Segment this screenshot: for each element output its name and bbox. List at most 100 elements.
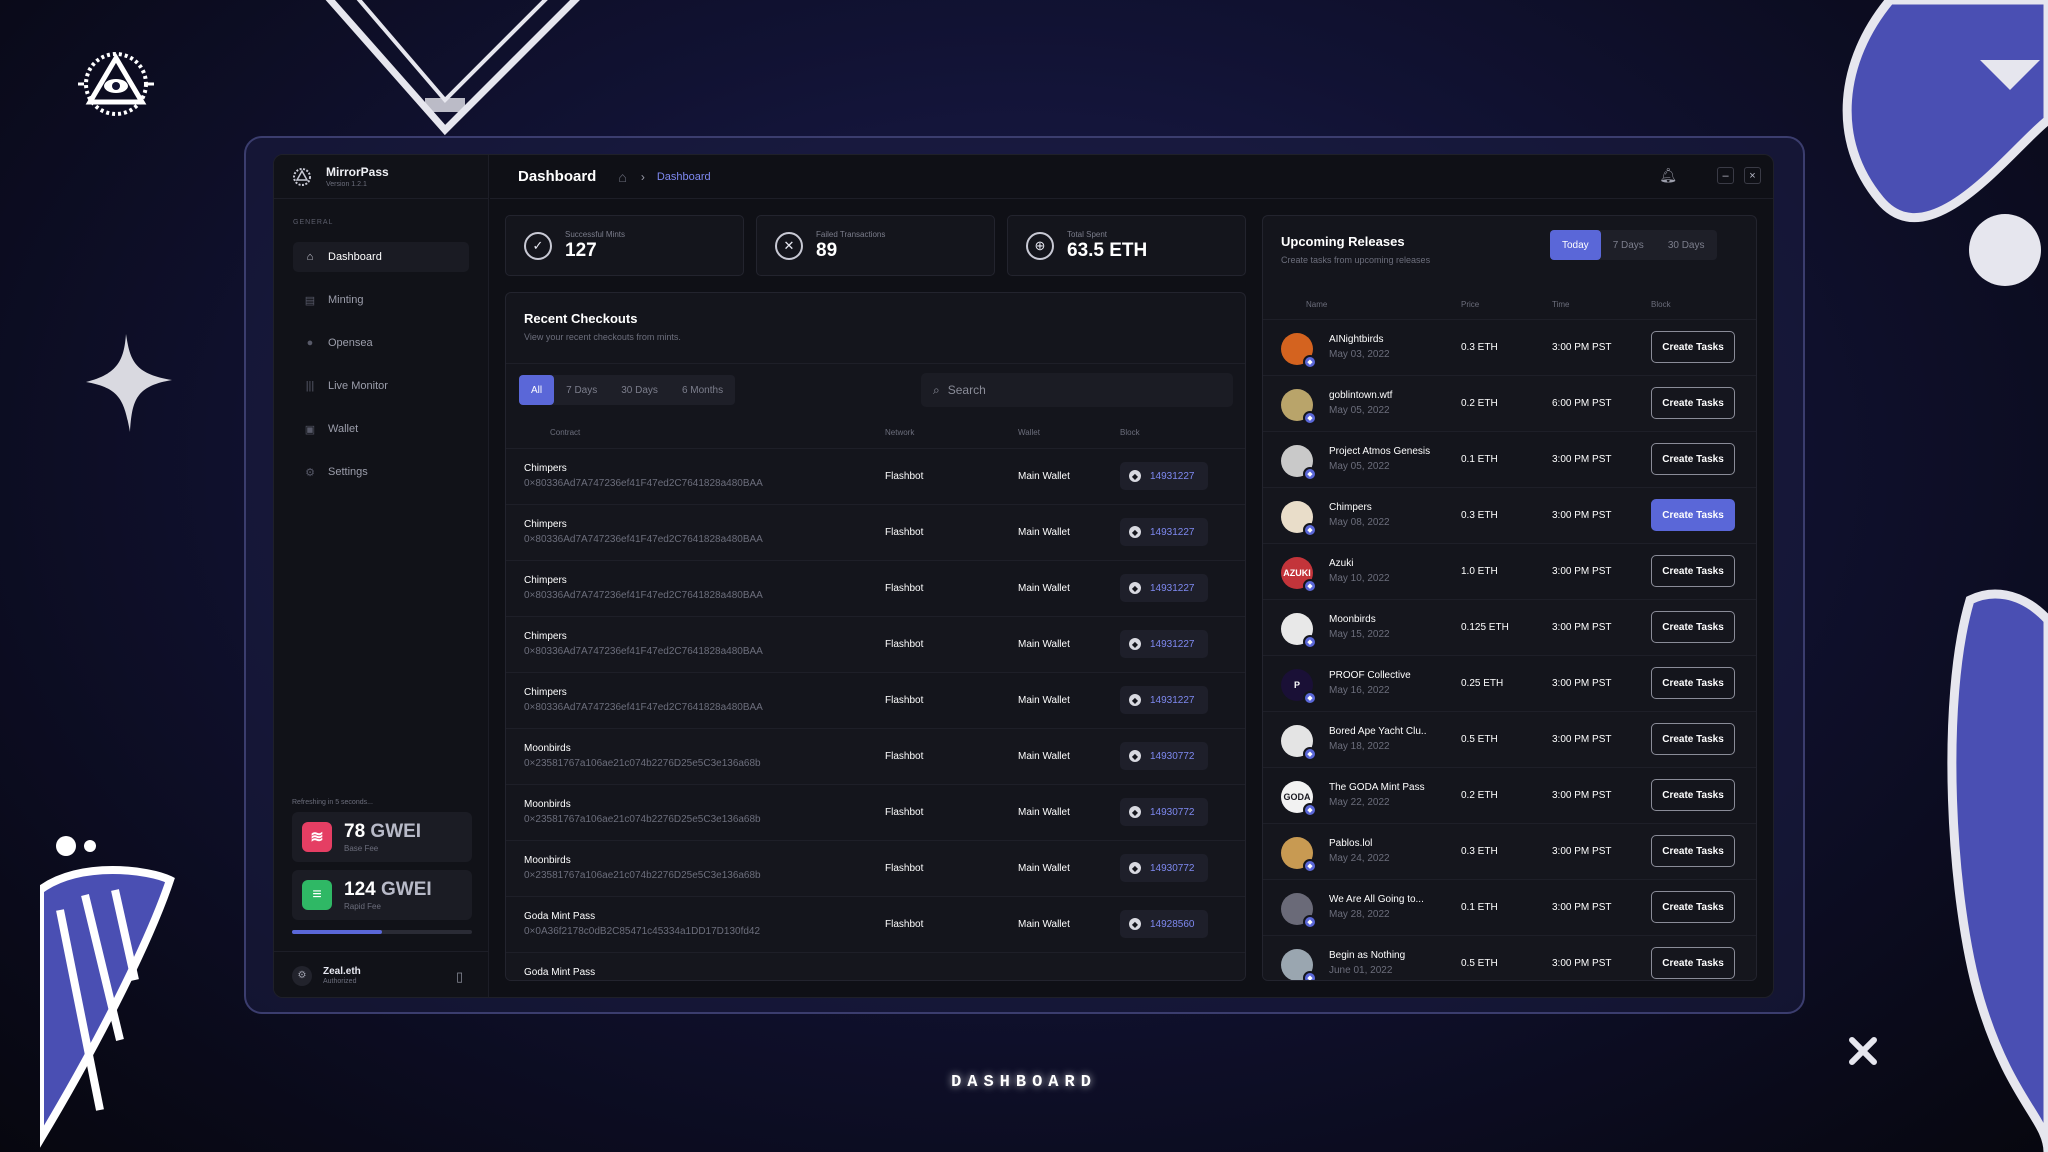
main-content: Dashboard ⌂ › Dashboard 🔔︎ – × ✓ Success… [490,155,1773,997]
filter-7-days[interactable]: 7 Days [1601,230,1656,260]
release-row: ◆ Bored Ape Yacht Clu.. May 18, 2022 0.5 ET… [1263,711,1756,767]
create-tasks-button[interactable]: Create Tasks [1651,499,1735,531]
wallet-value: Main Wallet [1018,807,1070,818]
filter-all[interactable]: All [519,375,555,405]
contract-name: Moonbirds [524,743,571,754]
ethereum-icon: ◆ [1129,638,1141,650]
column-header-block: Block [1120,428,1140,437]
sidebar-item-wallet[interactable]: ▣ Wallet [293,414,469,444]
table-row[interactable]: Chimpers 0×80336Ad7A747236ef41F47ed2C7641… [506,504,1245,560]
sidebar-item-live-monitor[interactable]: ||| Live Monitor [293,371,469,401]
create-tasks-button[interactable]: Create Tasks [1651,723,1735,755]
window-actions: 🔔︎ – × [1659,167,1761,184]
contract-name: Chimpers [524,687,567,698]
filter-30-days[interactable]: 30 Days [609,375,670,405]
block-link[interactable]: ◆ 14931227 [1120,518,1208,546]
logout-icon[interactable]: ▯ [456,969,463,985]
collection-name: Azuki [1329,558,1354,569]
table-row[interactable]: Goda Mint Pass 0×0A36f2178c0dB2C85471c453… [506,896,1245,952]
sidebar-item-dashboard[interactable]: ⌂ Dashboard [293,242,469,272]
block-number: 14930772 [1150,750,1195,762]
filter-today[interactable]: Today [1550,230,1601,260]
table-row[interactable]: Moonbirds 0×23581767a106ae21c074b2276D25e… [506,840,1245,896]
release-row: ◆ Begin as Nothing June 01, 2022 0.5 ETH 3:0… [1263,935,1756,980]
divider [506,363,1245,364]
release-price: 0.2 ETH [1461,398,1498,409]
create-tasks-button[interactable]: Create Tasks [1651,891,1735,923]
release-time: 3:00 PM PST [1552,790,1612,801]
wallet-value: Main Wallet [1018,695,1070,706]
stat-label: Failed Transactions [816,229,886,239]
contract-name: Goda Mint Pass [524,911,596,922]
striped-shape-art-icon [40,836,175,1148]
release-time: 3:00 PM PST [1552,454,1612,465]
table-row[interactable]: Chimpers 0×80336Ad7A747236ef41F47ed2C7641… [506,560,1245,616]
contract-name: Moonbirds [524,855,571,866]
filter-30-days[interactable]: 30 Days [1656,230,1717,260]
block-link[interactable]: ◆ 14931227 [1120,462,1208,490]
block-link[interactable]: ◆ 14931227 [1120,630,1208,658]
sidebar-item-settings[interactable]: ⚙ Settings [293,457,469,487]
release-time: 3:00 PM PST [1552,734,1612,745]
collection-name: The GODA Mint Pass [1329,782,1425,793]
wallet-value: Main Wallet [1018,863,1070,874]
create-tasks-button[interactable]: Create Tasks [1651,443,1735,475]
contract-name: Chimpers [524,631,567,642]
gear-icon: ⚙ [305,466,315,479]
table-row[interactable]: Moonbirds 0×23581767a106ae21c074b2276D25e… [506,784,1245,840]
app-name: MirrorPass [326,165,389,179]
search-box: ⌕ [921,373,1233,407]
nav-section-label: GENERAL [293,219,334,226]
refresh-countdown: Refreshing in 5 seconds... [292,799,373,806]
filter-6-months[interactable]: 6 Months [670,375,735,405]
contract-name: Chimpers [524,575,567,586]
network-value: Flashbot [885,583,924,594]
table-row[interactable]: Goda Mint Pass [506,952,1245,980]
bell-icon[interactable]: 🔔︎ [1659,167,1677,184]
contract-address: 0×80336Ad7A747236ef41F47ed2C7641828a480B… [524,478,763,489]
sidebar-item-opensea[interactable]: ● Opensea [293,328,469,358]
network-value: Flashbot [885,863,924,874]
create-tasks-button[interactable]: Create Tasks [1651,331,1735,363]
block-link[interactable]: ◆ 14930772 [1120,798,1208,826]
filter-7-days[interactable]: 7 Days [554,375,609,405]
create-tasks-button[interactable]: Create Tasks [1651,387,1735,419]
create-tasks-button[interactable]: Create Tasks [1651,947,1735,979]
minimize-button[interactable]: – [1717,167,1734,184]
block-link[interactable]: ◆ 14930772 [1120,854,1208,882]
user-profile[interactable]: ⚙ Zeal.eth Authorized ▯ [274,951,489,997]
block-number: 14931227 [1150,470,1195,482]
table-row[interactable]: Moonbirds 0×23581767a106ae21c074b2276D25e… [506,728,1245,784]
table-row[interactable]: Chimpers 0×80336Ad7A747236ef41F47ed2C7641… [506,448,1245,504]
search-input[interactable] [947,383,1208,397]
stat-card-failed-transactions: ✕ Failed Transactions 89 [756,215,995,276]
contract-address: 0×23581767a106ae21c074b2276D25e5C3e136a6… [524,814,761,825]
release-time: 3:00 PM PST [1552,902,1612,913]
block-link[interactable]: ◆ 14931227 [1120,574,1208,602]
refresh-progress-fill [292,930,382,934]
create-tasks-button[interactable]: Create Tasks [1651,779,1735,811]
create-tasks-button[interactable]: Create Tasks [1651,835,1735,867]
contract-name: Chimpers [524,463,567,474]
create-tasks-button[interactable]: Create Tasks [1651,611,1735,643]
release-time: 3:00 PM PST [1552,342,1612,353]
block-link[interactable]: ◆ 14931227 [1120,686,1208,714]
block-link[interactable]: ◆ 14930772 [1120,742,1208,770]
block-link[interactable]: ◆ 14928560 [1120,910,1208,938]
breadcrumb[interactable]: Dashboard [657,171,711,183]
block-number: 14931227 [1150,694,1195,706]
rapid-fee-card: ≡ 124 GWEI Rapid Fee [292,870,472,920]
collection-name: Moonbirds [1329,614,1376,625]
contract-name: Moonbirds [524,799,571,810]
create-tasks-button[interactable]: Create Tasks [1651,667,1735,699]
table-row[interactable]: Chimpers 0×80336Ad7A747236ef41F47ed2C7641… [506,672,1245,728]
sidebar-item-minting[interactable]: ▤ Minting [293,285,469,315]
breadcrumb-home-icon[interactable]: ⌂ [618,169,626,185]
table-row[interactable]: Chimpers 0×80336Ad7A747236ef41F47ed2C7641… [506,616,1245,672]
contract-address: 0×80336Ad7A747236ef41F47ed2C7641828a480B… [524,590,763,601]
release-row: ◆ goblintown.wtf May 05, 2022 0.2 ETH 6:00 P… [1263,375,1756,431]
block-number: 14931227 [1150,582,1195,594]
column-header-network: Network [885,428,915,437]
create-tasks-button[interactable]: Create Tasks [1651,555,1735,587]
close-button[interactable]: × [1744,167,1761,184]
